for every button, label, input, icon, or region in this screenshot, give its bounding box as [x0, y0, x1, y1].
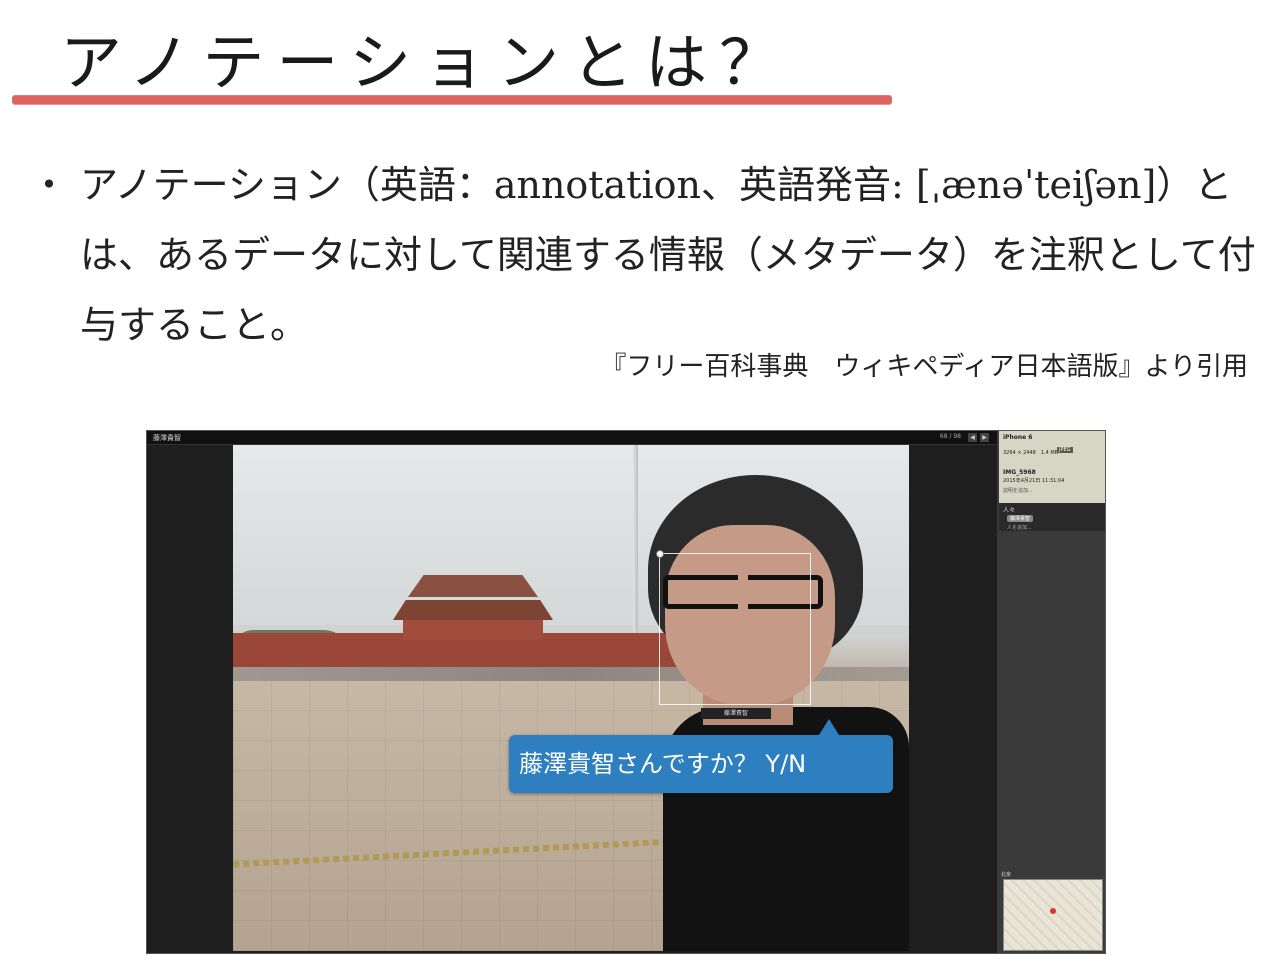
app-topbar: 藤澤貴智 68 / 98 ◀ ▶ — [147, 431, 997, 445]
format-badge: JPEG — [1057, 447, 1073, 453]
selfie-photo: 藤澤貴智 藤澤貴智さんですか？ Y/N — [233, 445, 909, 951]
people-header: 人々 — [1003, 507, 1016, 514]
app-title: 藤澤貴智 — [153, 434, 181, 442]
people-panel: 人々 藤澤貴智 人を追加... — [999, 503, 1105, 531]
photo-info-panel: iPhone 6 3264 × 2448 1.4 MB JPEG IMG_596… — [999, 431, 1105, 503]
bullet-marker: ・ — [30, 163, 69, 207]
info-sidebar: iPhone 6 3264 × 2448 1.4 MB JPEG IMG_596… — [997, 431, 1105, 953]
face-name-tag[interactable]: 藤澤貴智 — [701, 708, 771, 719]
bullet-item: ・ アノテーション（英語：annotation、英語発音: [ˌænəˈteiʃ… — [30, 150, 1260, 360]
description-field[interactable]: 説明を追加... — [1003, 487, 1033, 494]
photo-counter: 68 / 98 — [939, 433, 961, 440]
add-person-link[interactable]: 人を追加... — [1007, 524, 1032, 531]
map-location-label: 北京 — [1001, 872, 1012, 878]
location-map[interactable] — [1003, 879, 1103, 951]
person-chip[interactable]: 藤澤貴智 — [1007, 515, 1034, 522]
photo-specs: 3264 × 2448 1.4 MB — [1003, 450, 1059, 456]
gate-upper-roof — [408, 575, 538, 597]
slide-title: アノテーションとは？ — [60, 26, 794, 99]
device-name: iPhone 6 — [1003, 434, 1033, 441]
citation: 『フリー百科事典 ウィキペディア日本語版』より引用 — [600, 352, 1248, 382]
photo-app-screenshot: 藤澤貴智 68 / 98 ◀ ▶ 藤澤貴智 藤澤貴智さんですか？ Y/N iPh… — [146, 430, 1106, 954]
next-photo-button[interactable]: ▶ — [980, 433, 989, 442]
photo-date: 2015年4月21日 11:31:04 — [1003, 478, 1065, 484]
annotation-callout: 藤澤貴智さんですか？ Y/N — [509, 719, 893, 793]
face-detection-box[interactable] — [656, 550, 811, 705]
face-box-close-handle[interactable] — [656, 550, 664, 558]
map-pin-icon — [1050, 908, 1056, 914]
bullet-text: アノテーション（英語：annotation、英語発音: [ˌænəˈteiʃən… — [80, 163, 1256, 347]
prev-photo-button[interactable]: ◀ — [968, 433, 977, 442]
file-name: IMG_5968 — [1003, 469, 1036, 476]
tiananmen-gate — [403, 620, 543, 640]
gate-lower-roof — [393, 600, 553, 620]
title-underline — [12, 96, 892, 104]
